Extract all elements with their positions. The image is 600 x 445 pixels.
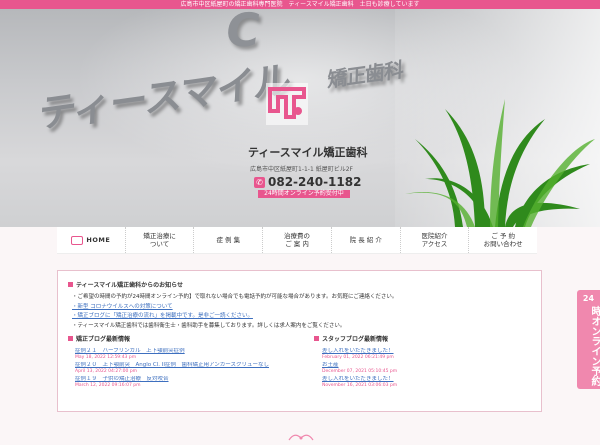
- staff-blog-post-date: December 07, 2021 05:10:45 pm: [322, 369, 398, 374]
- nav-treatment[interactable]: 矯正治療に ついて: [124, 227, 194, 253]
- top-banner: 広島市中区紙屋町の矯正歯科専門医院 ティースマイル矯正歯科 土日も診療しています: [0, 0, 600, 9]
- nav-director[interactable]: 院 長 紹 介: [330, 227, 400, 253]
- blog-post-link[interactable]: 症例１９ 子供の矯正治療 反対咬合: [75, 376, 315, 383]
- staff-blog-post-date: November 16, 2021 03:06:03 pm: [322, 383, 398, 388]
- phone-row[interactable]: ✆ 082-240-1182: [254, 175, 361, 189]
- notices-list: ・ご希望の時間の予約が24時間オンライン予約】で取れない場合でも電話予約が可能な…: [72, 293, 532, 331]
- staff-blog-post: 差し入れをいただきました！ November 16, 2021 03:06:03…: [322, 376, 532, 390]
- phone-icon: ✆: [254, 176, 265, 188]
- blog-list: 症例２１ ハーフリンガル 上下顎前突症例 May 18, 2022 12:59:…: [75, 348, 315, 390]
- staff-blog-post-date: February 01, 2022 06:21:49 pm: [322, 355, 394, 360]
- staff-blog-post-link[interactable]: 差し入れをいただきました！: [322, 376, 532, 383]
- nav-label: HOME: [86, 236, 111, 244]
- nav-label: 医院紹介 アクセス: [421, 232, 448, 248]
- blog-post-date: April 13, 2022 04:27:00 pm: [75, 369, 138, 374]
- blog-heading: 矯正ブログ最新情報: [68, 334, 130, 343]
- bullet-icon: [68, 282, 73, 287]
- nav-label: 院 長 紹 介: [349, 236, 382, 244]
- online-booking-badge[interactable]: 24時間オンライン予約受付中: [258, 190, 350, 198]
- phone-number[interactable]: 082-240-1182: [268, 175, 361, 189]
- clinic-address: 広島市中区紙屋町1-1-1 紙屋町ビル2F: [250, 166, 353, 173]
- nav-label: 治療費の ご 案 内: [284, 232, 311, 248]
- nav-home[interactable]: HOME: [57, 227, 125, 253]
- blog-post: 症例１９ 子供の矯正治療 反対咬合 March 12, 2022 09:16:0…: [75, 376, 315, 390]
- hero-image: C ティースマイル 矯正歯科 ティースマイル矯正歯科 広島市中区紙屋町1-1-1 …: [0, 9, 600, 227]
- nav-fees[interactable]: 治療費の ご 案 内: [262, 227, 331, 253]
- top-banner-text: 広島市中区紙屋町の矯正歯科専門医院 ティースマイル矯正歯科 土日も診療しています: [180, 1, 420, 8]
- nav-label: ご 予 約 お問い合わせ: [483, 232, 523, 248]
- blog-post: 症例２０ 上下顎前突 Anglo Cl. II症例 歯科矯正用アンカースクリュー…: [75, 362, 315, 376]
- nav-access[interactable]: 医院紹介 アクセス: [399, 227, 469, 253]
- footer-ornament-icon: [288, 434, 314, 441]
- news-panel: ティースマイル矯正歯科からのお知らせ ・ご希望の時間の予約が24時間オンライン予…: [57, 270, 542, 412]
- staff-blog-post: 差し入れをいただきました！ February 01, 2022 06:21:49…: [322, 348, 532, 362]
- staff-blog-list: 差し入れをいただきました！ February 01, 2022 06:21:49…: [322, 348, 532, 390]
- notice-item[interactable]: ・矯正ブログに「矯正治療の流れ」を掲載中です。是非ご一読ください。: [72, 312, 532, 322]
- side-tab-label: 時オンライン予約: [589, 306, 600, 386]
- nav-contact[interactable]: ご 予 約 お問い合わせ: [468, 227, 537, 253]
- main-nav: HOME 矯正治療に ついて 症 例 集 治療費の ご 案 内 院 長 紹 介 …: [57, 227, 537, 254]
- plant-image: [405, 99, 595, 227]
- staff-blog-post: お土産 December 07, 2021 05:10:45 pm: [322, 362, 532, 376]
- blog-post-date: May 18, 2022 12:59:43 pm: [75, 355, 137, 360]
- bullet-icon: [68, 336, 73, 341]
- nav-label: 矯正治療に ついて: [143, 232, 176, 248]
- notices-heading: ティースマイル矯正歯科からのお知らせ: [68, 280, 183, 289]
- blog-post-link[interactable]: 症例２０ 上下顎前突 Anglo Cl. II症例 歯科矯正用アンカースクリュー…: [75, 362, 315, 369]
- bullet-icon: [314, 336, 319, 341]
- blog-post: 症例２１ ハーフリンガル 上下顎前突症例 May 18, 2022 12:59:…: [75, 348, 315, 362]
- side-tab-number: 24: [582, 294, 595, 303]
- nav-label: 症 例 集: [216, 236, 241, 244]
- blog-post-link[interactable]: 症例２１ ハーフリンガル 上下顎前突症例: [75, 348, 315, 355]
- home-icon: [71, 235, 84, 245]
- notice-item[interactable]: ・新型 コロナウイルスへの対策について: [72, 303, 532, 313]
- blog-post-date: March 12, 2022 09:16:07 pm: [75, 383, 141, 388]
- staff-blog-heading: スタッフブログ最新情報: [314, 334, 388, 343]
- notice-item: ・ティースマイル矯正歯科では歯科衛生士・歯科助手を募集しております。詳しくは求人…: [72, 322, 346, 329]
- clinic-logo-icon: [266, 83, 308, 125]
- clinic-name: ティースマイル矯正歯科: [248, 146, 368, 159]
- nav-cases[interactable]: 症 例 集: [193, 227, 262, 253]
- online-booking-side-tab[interactable]: 24 時オンライン予約: [577, 290, 600, 389]
- staff-blog-post-link[interactable]: 差し入れをいただきました！: [322, 348, 532, 355]
- notice-item: ・ご希望の時間の予約が24時間オンライン予約】で取れない場合でも電話予約が可能な…: [72, 294, 398, 300]
- staff-blog-post-link[interactable]: お土産: [322, 362, 532, 369]
